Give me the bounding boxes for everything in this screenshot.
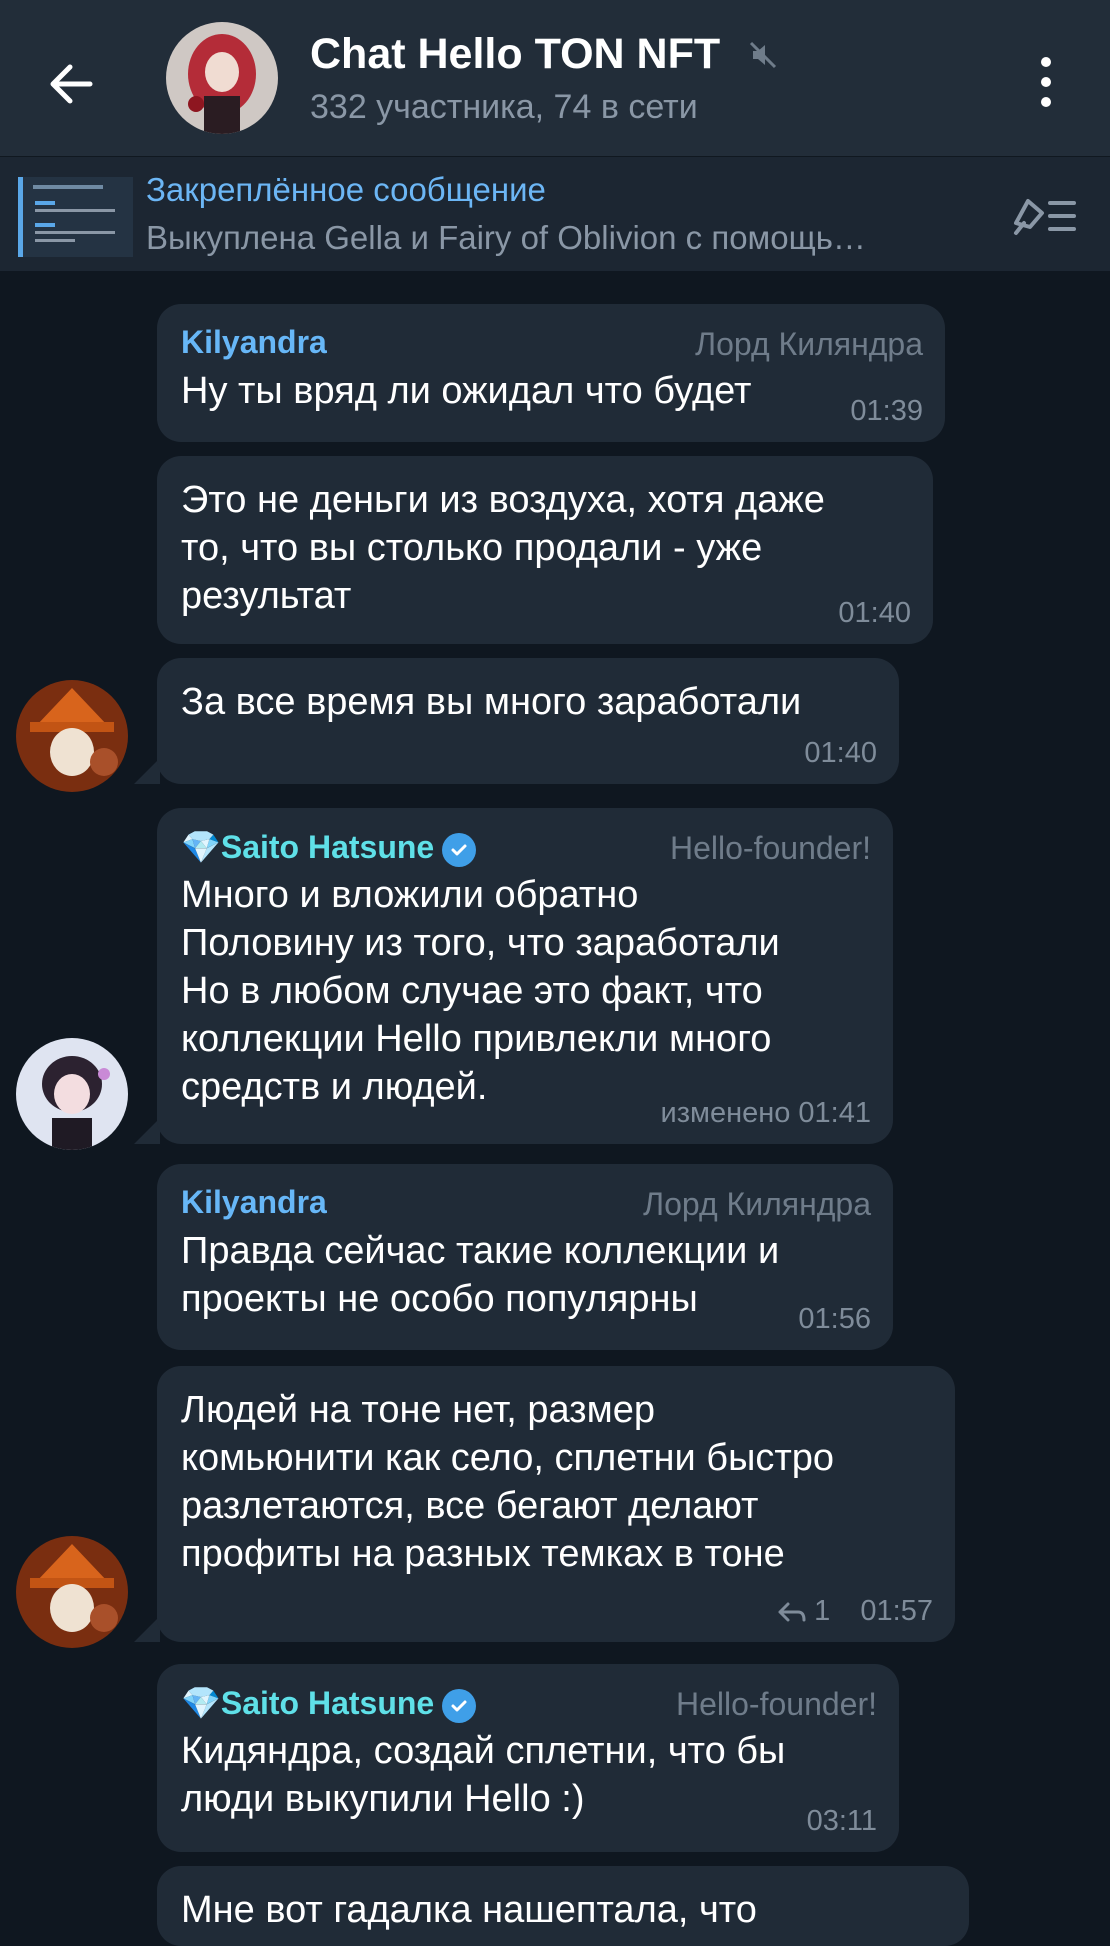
message-time: 01:39 xyxy=(850,395,923,427)
chat-avatar[interactable] xyxy=(166,22,278,134)
message-time: 01:40 xyxy=(838,597,911,629)
verified-icon xyxy=(442,1688,477,1723)
unpin-icon xyxy=(1014,199,1076,235)
reply-count[interactable]: 1 xyxy=(814,1595,830,1627)
user-avatar[interactable] xyxy=(16,1536,128,1648)
verified-icon xyxy=(442,832,477,867)
message-text: Это не деньги из воздуха, хотя даже то, … xyxy=(181,479,825,617)
message-time: 01:57 xyxy=(860,1595,933,1627)
message-bubble[interactable]: 💎Saito Hatsune Hello-founder! Много и вл… xyxy=(157,808,893,1144)
message-bubble[interactable]: Людей на тоне нет, размер комьюнити как … xyxy=(157,1366,955,1642)
pinned-message-thumbnail xyxy=(18,177,133,257)
pinned-message-text: Выкуплена Gella и Fairy of Oblivion с по… xyxy=(146,219,866,256)
message-time: 01:40 xyxy=(804,737,877,769)
message-text: Людей на тоне нет, размер комьюнити как … xyxy=(181,1389,835,1575)
chat-member-count: 332 участника, 74 в сети xyxy=(310,88,698,126)
back-button[interactable] xyxy=(40,52,104,116)
pinned-message-title: Закреплённое сообщение xyxy=(146,171,546,208)
arrow-left-icon xyxy=(50,64,93,104)
message-text: Кидяндра, создай сплетни, что бы люди вы… xyxy=(181,1729,786,1820)
message-bubble[interactable]: Kilyandra Лорд Киляндра Правда сейчас та… xyxy=(157,1164,893,1350)
message-text: За все время вы много заработали xyxy=(181,681,802,723)
sender-rank: Лорд Киляндра xyxy=(643,1186,871,1222)
more-vertical-icon xyxy=(1041,57,1051,107)
user-avatar[interactable] xyxy=(16,1038,128,1150)
message-meta: 1 01:57 xyxy=(776,1595,933,1628)
message-text: Мне вот гадалка нашептала, что xyxy=(181,1889,757,1931)
message-text: Правда сейчас такие коллекции и проекты … xyxy=(181,1230,780,1320)
sender-rank: Hello-founder! xyxy=(670,830,871,866)
chat-header: Chat Hello TON NFT 332 участника, 74 в с… xyxy=(0,0,1110,156)
message-time: 01:56 xyxy=(798,1303,871,1335)
chat-title[interactable]: Chat Hello TON NFT xyxy=(310,30,720,79)
mute-icon xyxy=(748,40,778,70)
message-bubble[interactable]: Мне вот гадалка нашептала, что xyxy=(157,1866,969,1946)
message-text: Много и вложили обратно Половину из того… xyxy=(181,873,780,1108)
message-time: изменено 01:41 xyxy=(660,1097,871,1129)
reply-icon xyxy=(778,1602,806,1622)
message-bubble[interactable]: 💎Saito Hatsune Hello-founder! Кидяндра, … xyxy=(157,1664,899,1852)
user-avatar[interactable] xyxy=(16,680,128,792)
pinned-message-bar[interactable]: Закреплённое сообщение Выкуплена Gella и… xyxy=(0,156,1110,271)
message-bubble[interactable]: Это не деньги из воздуха, хотя даже то, … xyxy=(157,456,933,644)
sender-rank: Hello-founder! xyxy=(676,1686,877,1722)
message-text: Ну ты вряд ли ожидал что будет xyxy=(181,370,752,412)
message-time: 03:11 xyxy=(806,1805,877,1837)
message-bubble[interactable]: За все время вы много заработали 01:40 xyxy=(157,658,899,784)
pinned-list-button[interactable] xyxy=(1010,193,1080,239)
more-menu-button[interactable] xyxy=(1028,52,1064,112)
sender-rank: Лорд Киляндра xyxy=(695,326,923,362)
message-bubble[interactable]: Kilyandra Лорд Киляндра Ну ты вряд ли ож… xyxy=(157,304,945,442)
